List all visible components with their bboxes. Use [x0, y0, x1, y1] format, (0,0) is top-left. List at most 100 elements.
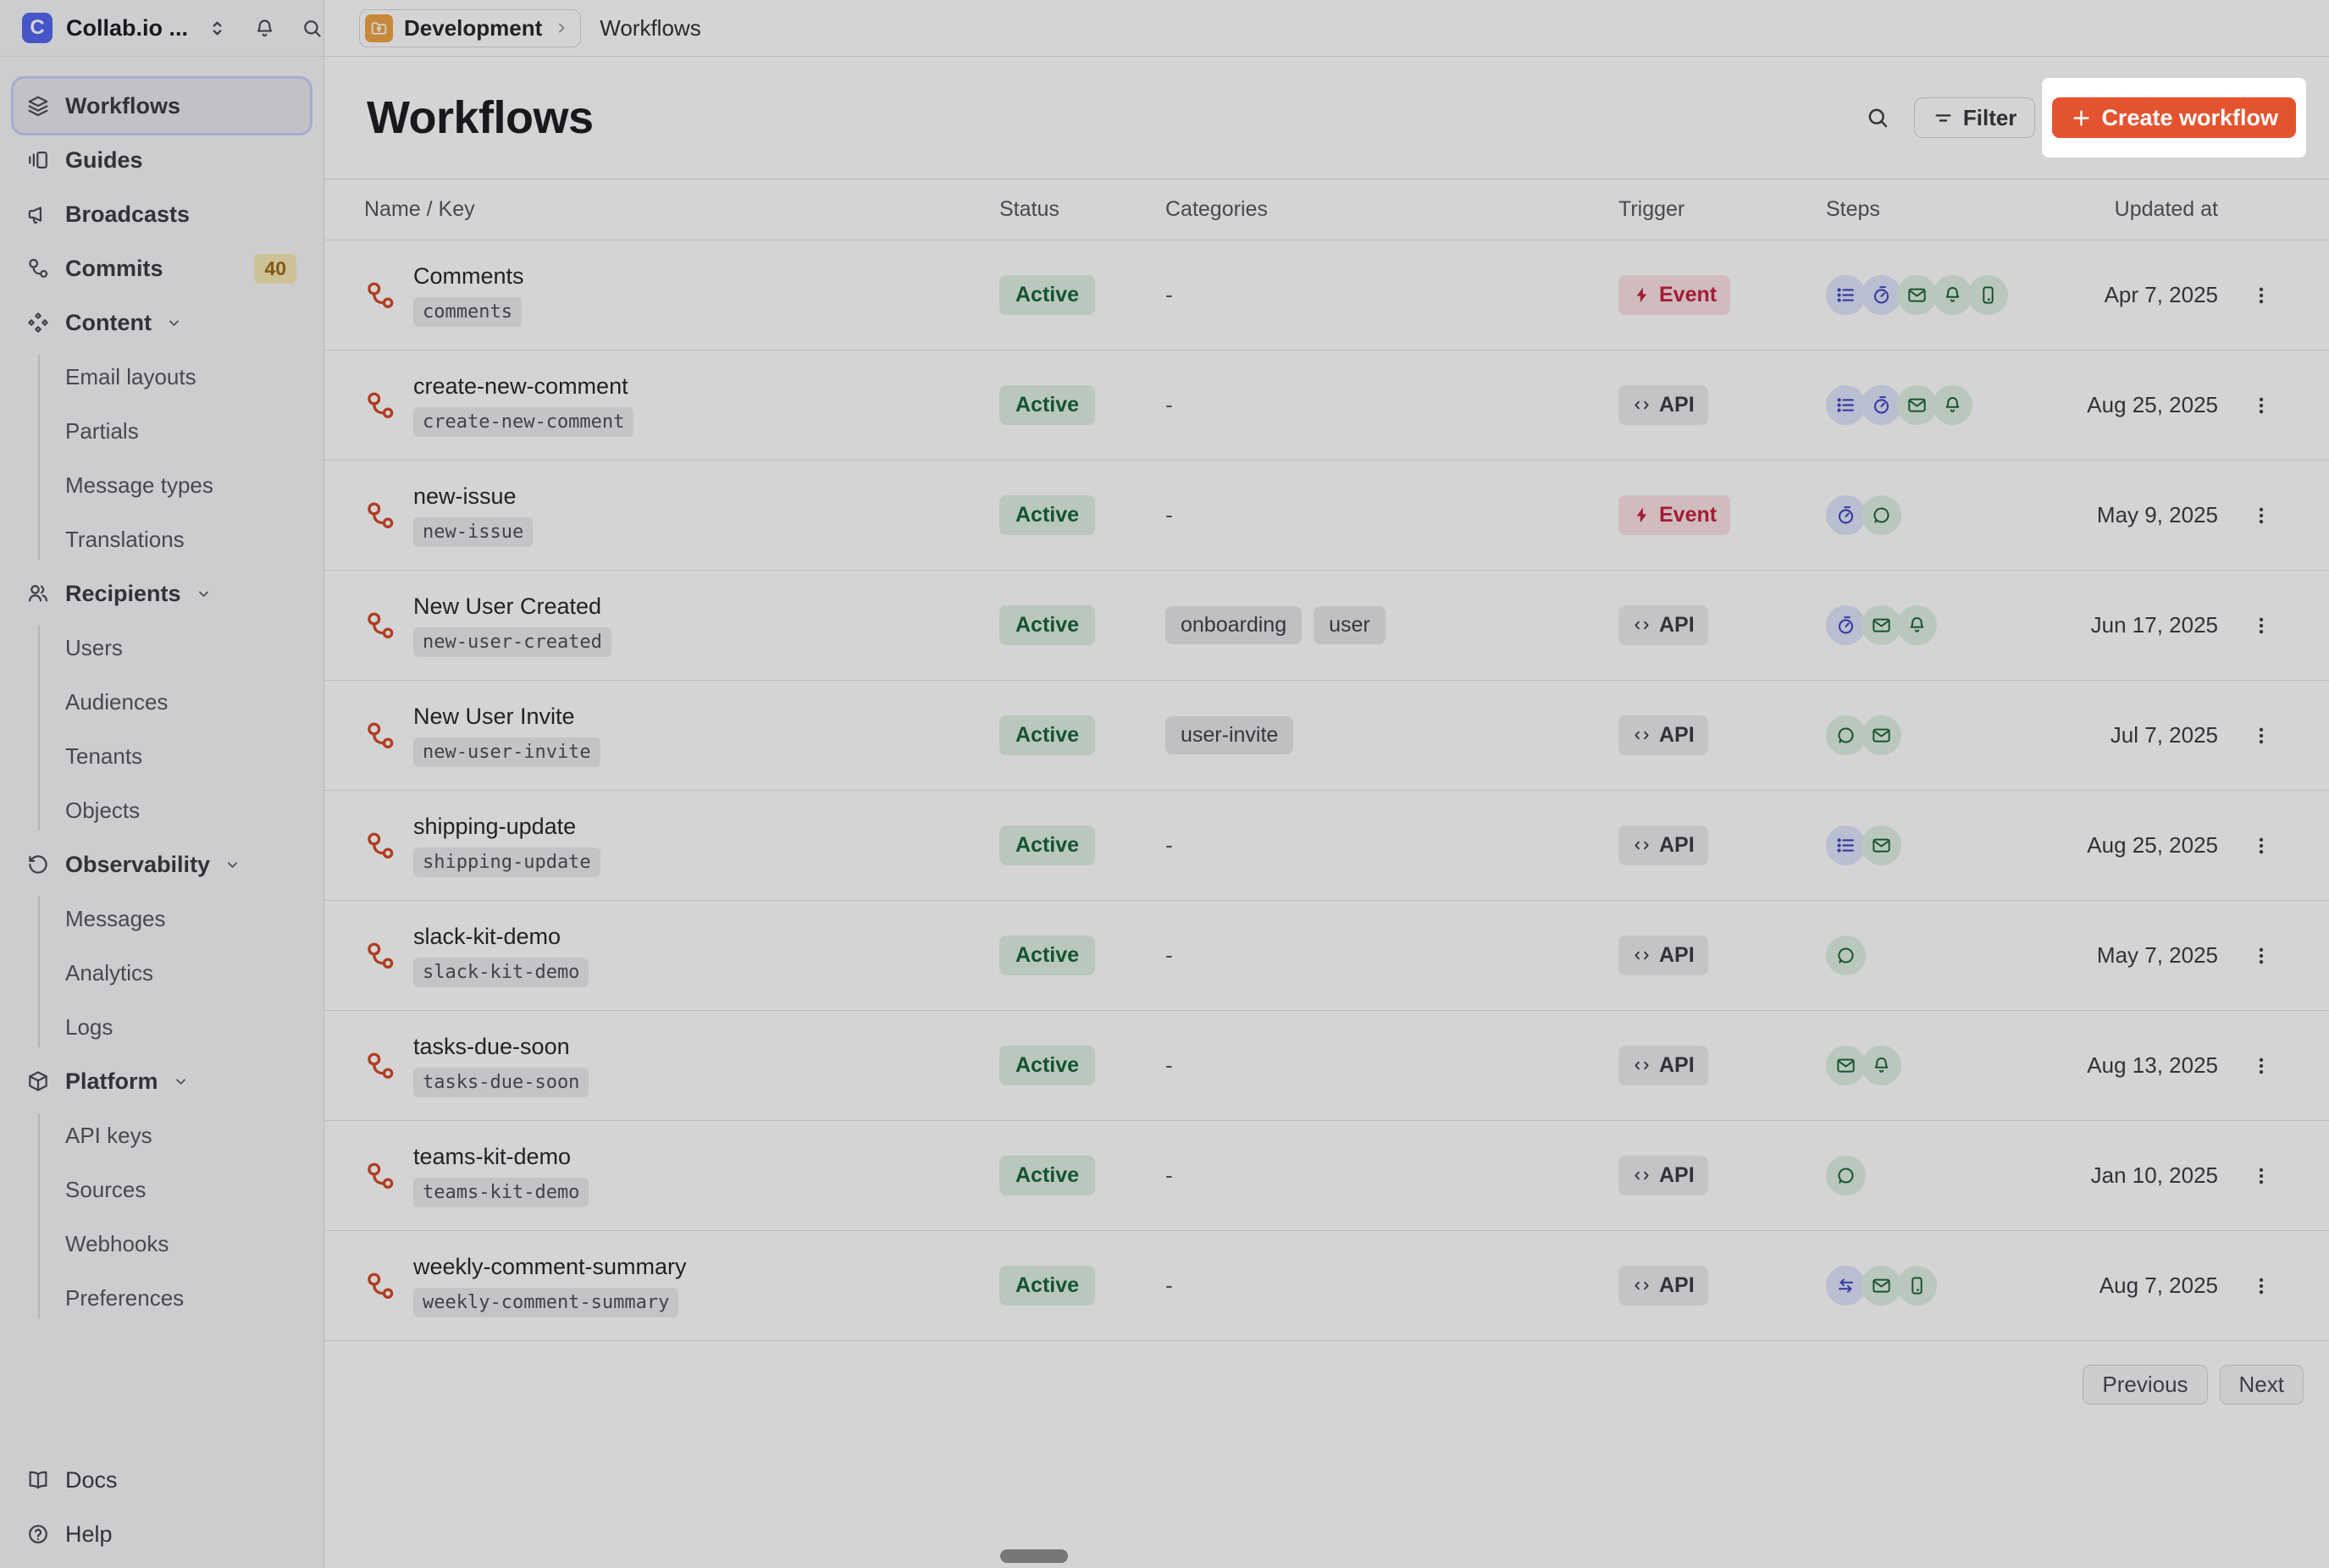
sidebar-item-content[interactable]: Content [14, 295, 310, 350]
sidebar-item-analytics[interactable]: Analytics [14, 946, 310, 1000]
sidebar-item-guides[interactable]: Guides [14, 133, 310, 187]
workflow-row[interactable]: New User Invitenew-user-inviteActiveuser… [324, 681, 2329, 791]
delay-step-icon [1862, 275, 1901, 315]
help-icon [25, 1521, 51, 1547]
sidebar-nav: WorkflowsGuidesBroadcastsCommits40Conten… [0, 57, 324, 1453]
updated-at: Aug 13, 2025 [2057, 1052, 2218, 1079]
chevron-down-icon [195, 585, 213, 603]
workflow-row[interactable]: tasks-due-soontasks-due-soonActive-APIAu… [324, 1011, 2329, 1121]
table-search-icon[interactable] [1865, 105, 1890, 130]
name-cell: weekly-comment-summaryweekly-comment-sum… [364, 1254, 999, 1317]
updated-at: Jun 17, 2025 [2057, 612, 2218, 638]
workflow-name: tasks-due-soon [413, 1034, 570, 1060]
updated-at: Aug 25, 2025 [2057, 392, 2218, 418]
sidebar-item-logs[interactable]: Logs [14, 1000, 310, 1054]
sidebar-subsection: MessagesAnalyticsLogs [14, 892, 310, 1054]
updated-at: May 9, 2025 [2057, 502, 2218, 528]
sidebar-item-docs[interactable]: Docs [14, 1453, 310, 1507]
trigger-badge-api: API [1618, 385, 1708, 425]
sidebar-item-platform[interactable]: Platform [14, 1054, 310, 1108]
sidebar-item-workflows[interactable]: Workflows [14, 79, 310, 133]
name-stack: weekly-comment-summaryweekly-comment-sum… [413, 1254, 687, 1317]
email-step-icon [1897, 385, 1937, 425]
row-menu-button[interactable] [2245, 1050, 2277, 1082]
name-cell: new-issuenew-issue [364, 483, 999, 547]
column-header: Trigger [1618, 197, 1826, 222]
workflow-name: New User Created [413, 594, 601, 620]
sidebar-item-partials[interactable]: Partials [14, 404, 310, 458]
sidebar-item-recipients[interactable]: Recipients [14, 566, 310, 621]
sidebar-item-tenants[interactable]: Tenants [14, 729, 310, 783]
row-menu-button[interactable] [2245, 830, 2277, 862]
trigger-badge-api: API [1618, 1156, 1708, 1195]
categories-cell: - [1165, 392, 1618, 418]
sidebar-item-observability[interactable]: Observability [14, 837, 310, 892]
sidebar-item-email-layouts[interactable]: Email layouts [14, 350, 310, 404]
trigger-label: Event [1659, 283, 1717, 307]
row-menu-button[interactable] [2245, 1270, 2277, 1302]
empty-categories-dash: - [1165, 282, 1173, 308]
content-icon [25, 310, 51, 335]
sidebar-item-broadcasts[interactable]: Broadcasts [14, 187, 310, 241]
sidebar-item-messages[interactable]: Messages [14, 892, 310, 946]
workflow-row[interactable]: slack-kit-demoslack-kit-demoActive-APIMa… [324, 901, 2329, 1011]
filter-button[interactable]: Filter [1914, 97, 2036, 138]
trigger-label: API [1659, 943, 1695, 968]
row-menu-button[interactable] [2245, 610, 2277, 642]
sidebar-item-preferences[interactable]: Preferences [14, 1271, 310, 1325]
breadcrumb-page: Workflows [600, 15, 700, 41]
trigger-badge-api: API [1618, 825, 1708, 865]
sidebar-item-commits[interactable]: Commits40 [14, 241, 310, 295]
actions-cell [2218, 389, 2304, 422]
sidebar-item-label: Platform [65, 1068, 158, 1095]
workflow-row[interactable]: create-new-commentcreate-new-commentActi… [324, 351, 2329, 461]
trigger-label: API [1659, 723, 1695, 748]
updated-at: Jul 7, 2025 [2057, 722, 2218, 748]
row-menu-button[interactable] [2245, 720, 2277, 752]
sidebar-item-translations[interactable]: Translations [14, 512, 310, 566]
workflow-key: new-issue [413, 517, 533, 547]
code-icon [1632, 946, 1651, 965]
empty-categories-dash: - [1165, 1162, 1173, 1189]
lightning-icon [1632, 505, 1651, 525]
row-menu-button[interactable] [2245, 279, 2277, 312]
trigger-badge-api: API [1618, 1046, 1708, 1085]
sidebar-item-sources[interactable]: Sources [14, 1162, 310, 1217]
sidebar-item-api-keys[interactable]: API keys [14, 1108, 310, 1162]
name-stack: create-new-commentcreate-new-comment [413, 373, 633, 437]
updated-at: Aug 7, 2025 [2057, 1273, 2218, 1299]
notifications-bell-icon[interactable] [253, 17, 276, 40]
workflow-row[interactable]: CommentscommentsActive-EventApr 7, 2025 [324, 240, 2329, 351]
row-menu-button[interactable] [2245, 1160, 2277, 1192]
create-workflow-button[interactable]: Create workflow [2052, 97, 2296, 138]
status-badge: Active [999, 495, 1095, 535]
empty-categories-dash: - [1165, 392, 1173, 418]
workspace-switcher-icon[interactable] [206, 17, 229, 40]
actions-cell [2218, 500, 2304, 532]
filter-lines-icon [1933, 108, 1954, 129]
environment-switcher[interactable]: Development [359, 9, 581, 47]
sidebar-item-message-types[interactable]: Message types [14, 458, 310, 512]
app-window: C Collab.io ... WorkflowsGuidesBroadcast… [0, 0, 2329, 1568]
workflow-row[interactable]: teams-kit-demoteams-kit-demoActive-APIJa… [324, 1121, 2329, 1231]
workflow-icon [364, 279, 396, 312]
row-menu-button[interactable] [2245, 500, 2277, 532]
workflow-name: slack-kit-demo [413, 924, 561, 950]
sidebar-item-help[interactable]: Help [14, 1507, 310, 1561]
sidebar-item-webhooks[interactable]: Webhooks [14, 1217, 310, 1271]
workflow-row[interactable]: shipping-updateshipping-updateActive-API… [324, 791, 2329, 901]
sidebar-item-audiences[interactable]: Audiences [14, 675, 310, 729]
row-menu-button[interactable] [2245, 940, 2277, 972]
workflow-row[interactable]: New User Creatednew-user-createdActiveon… [324, 571, 2329, 681]
horizontal-scrollbar-thumb[interactable] [1000, 1549, 1068, 1563]
sidebar-search-icon[interactable] [301, 17, 324, 40]
workflow-row[interactable]: weekly-comment-summaryweekly-comment-sum… [324, 1231, 2329, 1341]
workflow-row[interactable]: new-issuenew-issueActive-EventMay 9, 202… [324, 461, 2329, 571]
column-header: Updated at [2057, 197, 2218, 222]
next-page-button[interactable]: Next [2220, 1365, 2304, 1405]
sidebar-item-objects[interactable]: Objects [14, 783, 310, 837]
breadcrumb-bar: Development Workflows [324, 0, 2329, 57]
sidebar-item-users[interactable]: Users [14, 621, 310, 675]
row-menu-button[interactable] [2245, 389, 2277, 422]
previous-page-button[interactable]: Previous [2083, 1365, 2207, 1405]
